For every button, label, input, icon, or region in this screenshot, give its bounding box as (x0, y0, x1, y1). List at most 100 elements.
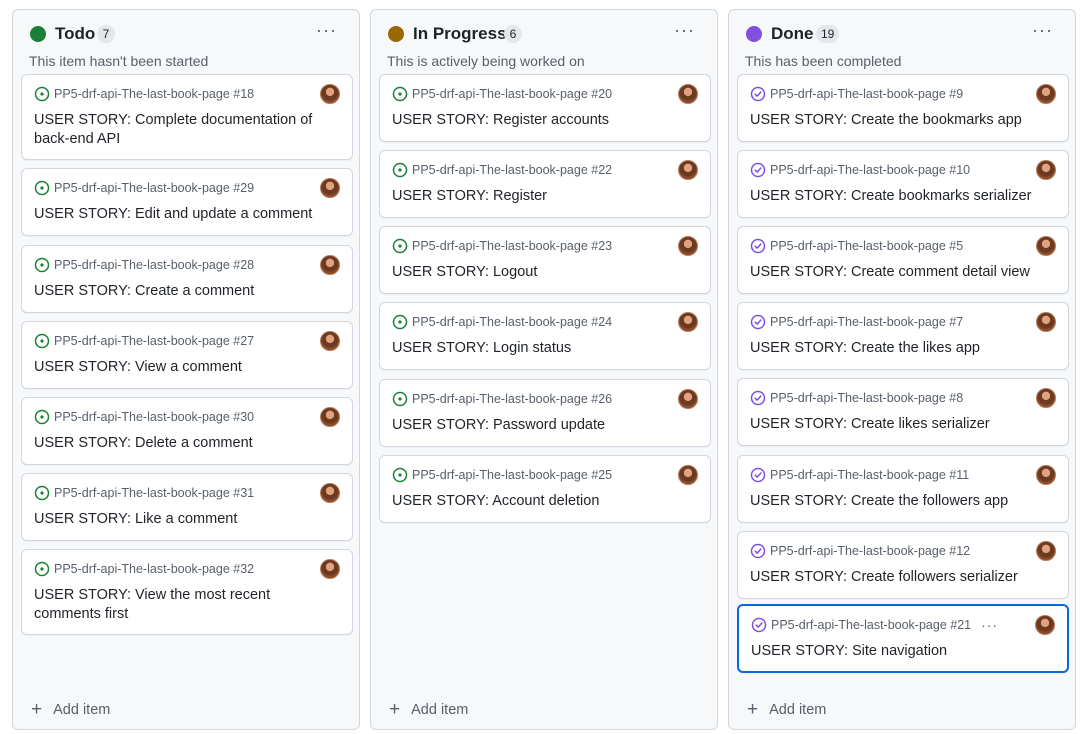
issue-reference-link[interactable]: PP5-drf-api-The-last-book-page #10 (770, 162, 970, 178)
issue-reference-link[interactable]: PP5-drf-api-The-last-book-page #27 (54, 333, 254, 349)
assignee-avatar[interactable] (678, 160, 698, 180)
assignee-avatar[interactable] (320, 84, 340, 104)
issue-card[interactable]: PP5-drf-api-The-last-book-page #23 USER S… (379, 226, 711, 294)
plus-icon: + (31, 699, 43, 720)
issue-closed-icon (750, 543, 766, 559)
issue-card[interactable]: PP5-drf-api-The-last-book-page #27 USER S… (21, 321, 353, 389)
assignee-avatar[interactable] (320, 407, 340, 427)
card-more-options-button[interactable]: ··· (981, 618, 998, 632)
issue-title[interactable]: USER STORY: View a comment (34, 358, 338, 377)
issue-card[interactable]: PP5-drf-api-The-last-book-page #11 USER S… (737, 455, 1069, 523)
issue-title[interactable]: USER STORY: Like a comment (34, 510, 338, 529)
issue-title[interactable]: USER STORY: Delete a comment (34, 434, 338, 453)
issue-title[interactable]: USER STORY: Site navigation (751, 642, 1053, 661)
assignee-avatar[interactable] (1036, 160, 1056, 180)
issue-title[interactable]: USER STORY: Create comment detail view (750, 263, 1054, 282)
issue-card[interactable]: PP5-drf-api-The-last-book-page #8 USER ST… (737, 378, 1069, 446)
issue-title[interactable]: USER STORY: Create followers serializer (750, 568, 1054, 587)
assignee-avatar[interactable] (320, 483, 340, 503)
issue-title[interactable]: USER STORY: Create a comment (34, 282, 338, 301)
issue-reference-link[interactable]: PP5-drf-api-The-last-book-page #7 (770, 314, 963, 330)
assignee-avatar[interactable] (1036, 236, 1056, 256)
issue-reference-link[interactable]: PP5-drf-api-The-last-book-page #11 (770, 467, 969, 483)
column-title: Todo (55, 24, 96, 43)
issue-reference-link[interactable]: PP5-drf-api-The-last-book-page #31 (54, 485, 254, 501)
column-menu-button[interactable]: ··· (674, 20, 695, 40)
issue-reference-link[interactable]: PP5-drf-api-The-last-book-page #12 (770, 543, 970, 559)
issue-card[interactable]: PP5-drf-api-The-last-book-page #28 USER S… (21, 245, 353, 313)
issue-reference-link[interactable]: PP5-drf-api-The-last-book-page #8 (770, 390, 963, 406)
issue-title[interactable]: USER STORY: Register accounts (392, 111, 696, 130)
column-menu-button[interactable]: ··· (316, 20, 337, 40)
issue-title[interactable]: USER STORY: Login status (392, 339, 696, 358)
assignee-avatar[interactable] (320, 331, 340, 351)
issue-title[interactable]: USER STORY: Create the bookmarks app (750, 111, 1054, 130)
assignee-avatar[interactable] (1036, 465, 1056, 485)
issue-reference-link[interactable]: PP5-drf-api-The-last-book-page #22 (412, 162, 612, 178)
issue-reference-link[interactable]: PP5-drf-api-The-last-book-page #5 (770, 238, 963, 254)
assignee-avatar[interactable] (1036, 541, 1056, 561)
issue-card[interactable]: PP5-drf-api-The-last-book-page #18 USER S… (21, 74, 353, 160)
issue-card[interactable]: PP5-drf-api-The-last-book-page #10 USER S… (737, 150, 1069, 218)
issue-card[interactable]: PP5-drf-api-The-last-book-page #21 ··· USE… (737, 604, 1069, 673)
issue-reference-link[interactable]: PP5-drf-api-The-last-book-page #29 (54, 180, 254, 196)
issue-title[interactable]: USER STORY: Create bookmarks serializer (750, 187, 1054, 206)
assignee-avatar[interactable] (678, 84, 698, 104)
issue-title[interactable]: USER STORY: Complete documentation of ba… (34, 111, 338, 149)
issue-card[interactable]: PP5-drf-api-The-last-book-page #5 USER ST… (737, 226, 1069, 294)
issue-closed-icon (750, 314, 766, 330)
issue-card[interactable]: PP5-drf-api-The-last-book-page #30 USER S… (21, 397, 353, 465)
column-menu-button[interactable]: ··· (1032, 20, 1053, 40)
assignee-avatar[interactable] (320, 559, 340, 579)
assignee-avatar[interactable] (678, 236, 698, 256)
card-meta: PP5-drf-api-The-last-book-page #27 (34, 333, 254, 349)
issue-reference-link[interactable]: PP5-drf-api-The-last-book-page #9 (770, 86, 963, 102)
assignee-avatar[interactable] (678, 465, 698, 485)
issue-title[interactable]: USER STORY: Register (392, 187, 696, 206)
issue-reference-link[interactable]: PP5-drf-api-The-last-book-page #21 (771, 617, 971, 633)
issue-title[interactable]: USER STORY: Password update (392, 416, 696, 435)
assignee-avatar[interactable] (1036, 84, 1056, 104)
issue-reference-link[interactable]: PP5-drf-api-The-last-book-page #28 (54, 257, 254, 273)
issue-reference-link[interactable]: PP5-drf-api-The-last-book-page #23 (412, 238, 612, 254)
issue-title[interactable]: USER STORY: Account deletion (392, 492, 696, 511)
issue-card[interactable]: PP5-drf-api-The-last-book-page #31 USER S… (21, 473, 353, 541)
issue-card[interactable]: PP5-drf-api-The-last-book-page #7 USER ST… (737, 302, 1069, 370)
issue-reference-link[interactable]: PP5-drf-api-The-last-book-page #30 (54, 409, 254, 425)
issue-title[interactable]: USER STORY: Create the likes app (750, 339, 1054, 358)
issue-reference-link[interactable]: PP5-drf-api-The-last-book-page #26 (412, 391, 612, 407)
issue-title[interactable]: USER STORY: View the most recent comment… (34, 586, 338, 624)
assignee-avatar[interactable] (320, 178, 340, 198)
card-meta: PP5-drf-api-The-last-book-page #11 (750, 467, 969, 483)
assignee-avatar[interactable] (678, 389, 698, 409)
issue-reference-link[interactable]: PP5-drf-api-The-last-book-page #20 (412, 86, 612, 102)
issue-reference-link[interactable]: PP5-drf-api-The-last-book-page #18 (54, 86, 254, 102)
add-item-button[interactable]: + Add item (389, 700, 468, 719)
card-meta: PP5-drf-api-The-last-book-page #8 (750, 390, 963, 406)
assignee-avatar[interactable] (678, 312, 698, 332)
issue-title[interactable]: USER STORY: Logout (392, 263, 696, 282)
issue-card[interactable]: PP5-drf-api-The-last-book-page #20 USER S… (379, 74, 711, 142)
issue-card[interactable]: PP5-drf-api-The-last-book-page #29 USER S… (21, 168, 353, 236)
issue-card[interactable]: PP5-drf-api-The-last-book-page #26 USER S… (379, 379, 711, 447)
add-item-button[interactable]: + Add item (31, 699, 110, 720)
issue-reference-link[interactable]: PP5-drf-api-The-last-book-page #25 (412, 467, 612, 483)
issue-card[interactable]: PP5-drf-api-The-last-book-page #24 USER S… (379, 302, 711, 370)
issue-card[interactable]: PP5-drf-api-The-last-book-page #25 USER S… (379, 455, 711, 523)
assignee-avatar[interactable] (1036, 388, 1056, 408)
issue-card[interactable]: PP5-drf-api-The-last-book-page #32 USER S… (21, 549, 353, 635)
issue-card[interactable]: PP5-drf-api-The-last-book-page #9 USER ST… (737, 74, 1069, 142)
issue-reference-link[interactable]: PP5-drf-api-The-last-book-page #32 (54, 561, 254, 577)
issue-card[interactable]: PP5-drf-api-The-last-book-page #22 USER S… (379, 150, 711, 218)
issue-title[interactable]: USER STORY: Edit and update a comment (34, 205, 338, 224)
add-item-button[interactable]: + Add item (747, 700, 826, 719)
issue-open-icon (392, 391, 408, 407)
issue-title[interactable]: USER STORY: Create likes serializer (750, 415, 1054, 434)
assignee-avatar[interactable] (320, 255, 340, 275)
assignee-avatar[interactable] (1035, 615, 1055, 635)
issue-title[interactable]: USER STORY: Create the followers app (750, 492, 1054, 511)
issue-card[interactable]: PP5-drf-api-The-last-book-page #12 USER S… (737, 531, 1069, 599)
status-dot (30, 26, 46, 42)
assignee-avatar[interactable] (1036, 312, 1056, 332)
issue-reference-link[interactable]: PP5-drf-api-The-last-book-page #24 (412, 314, 612, 330)
